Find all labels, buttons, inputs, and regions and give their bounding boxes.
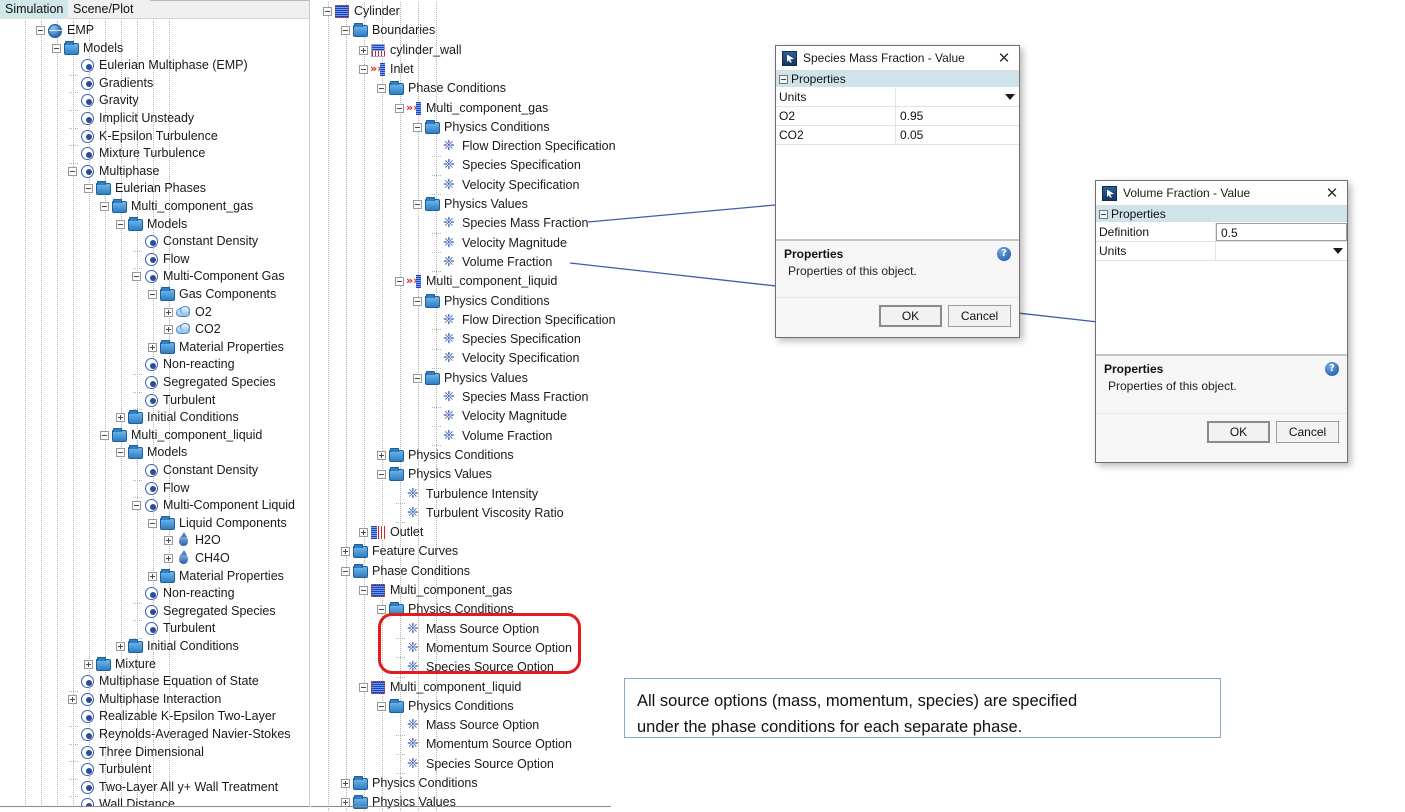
callout-line-1: All source options (mass, momentum, spec… xyxy=(637,692,1078,710)
properties-grid-empty-area xyxy=(776,146,1019,240)
property-key: O2 xyxy=(776,107,896,125)
property-value[interactable]: 0.95 xyxy=(896,107,1019,125)
description-body: Properties of this object. xyxy=(1108,379,1237,393)
close-icon[interactable]: ✕ xyxy=(989,46,1019,70)
annotation-callout: All source options (mass, momentum, spec… xyxy=(624,678,1221,738)
property-row-units[interactable]: Units xyxy=(776,88,1019,107)
ok-button[interactable]: OK xyxy=(879,305,942,327)
property-value[interactable] xyxy=(1216,242,1347,260)
dialog-app-icon xyxy=(1102,185,1117,201)
property-value[interactable]: 0.05 xyxy=(896,126,1019,144)
dialog-title: Volume Fraction - Value xyxy=(1123,186,1251,200)
description-body: Properties of this object. xyxy=(788,264,917,278)
dialog-title: Species Mass Fraction - Value xyxy=(803,51,965,65)
property-key: Units xyxy=(776,88,896,106)
properties-grid[interactable]: Definition 0.5 Units xyxy=(1096,223,1347,262)
callout-line-2: under the phase conditions for each sepa… xyxy=(637,718,1023,736)
dialog-button-bar[interactable]: OK Cancel xyxy=(1096,413,1347,450)
dialog-app-icon xyxy=(782,50,797,66)
property-value[interactable] xyxy=(896,88,1019,106)
help-icon[interactable]: ? xyxy=(997,247,1011,261)
volume-fraction-dialog[interactable]: Volume Fraction - Value ✕ Properties Def… xyxy=(1095,180,1348,463)
dialog-description: ? Properties Properties of this object. xyxy=(1096,355,1347,413)
properties-group-header[interactable]: Properties xyxy=(776,71,1019,88)
description-title: Properties xyxy=(784,247,844,261)
dialog-title-bar[interactable]: Species Mass Fraction - Value ✕ xyxy=(776,46,1019,71)
chevron-down-icon[interactable] xyxy=(1005,94,1015,100)
properties-group-label: Properties xyxy=(791,72,846,86)
property-key: Units xyxy=(1096,242,1216,260)
description-title: Properties xyxy=(1104,362,1164,376)
collapse-minus-icon[interactable] xyxy=(779,74,788,84)
help-icon[interactable]: ? xyxy=(1325,362,1339,376)
dialog-button-bar[interactable]: OK Cancel xyxy=(776,297,1019,334)
chevron-down-icon[interactable] xyxy=(1333,248,1343,254)
property-key: Definition xyxy=(1096,223,1216,241)
property-key: CO2 xyxy=(776,126,896,144)
dialog-description: ? Properties Properties of this object. xyxy=(776,240,1019,297)
property-row-definition[interactable]: Definition 0.5 xyxy=(1096,223,1347,242)
collapse-minus-icon[interactable] xyxy=(1099,209,1108,219)
properties-group-label: Properties xyxy=(1111,207,1166,221)
cancel-button[interactable]: Cancel xyxy=(1276,421,1339,443)
properties-grid[interactable]: Units O2 0.95 CO2 0.05 xyxy=(776,88,1019,146)
properties-group-header[interactable]: Properties xyxy=(1096,206,1347,223)
cancel-button[interactable]: Cancel xyxy=(948,305,1011,327)
property-row-o2[interactable]: O2 0.95 xyxy=(776,107,1019,126)
dialog-title-bar[interactable]: Volume Fraction - Value ✕ xyxy=(1096,181,1347,206)
close-icon[interactable]: ✕ xyxy=(1317,181,1347,205)
ok-button[interactable]: OK xyxy=(1207,421,1270,443)
species-mass-fraction-dialog[interactable]: Species Mass Fraction - Value ✕ Properti… xyxy=(775,45,1020,338)
properties-grid-empty-area xyxy=(1096,262,1347,355)
property-row-units[interactable]: Units xyxy=(1096,242,1347,261)
property-value[interactable]: 0.5 xyxy=(1216,223,1347,241)
property-row-co2[interactable]: CO2 0.05 xyxy=(776,126,1019,145)
